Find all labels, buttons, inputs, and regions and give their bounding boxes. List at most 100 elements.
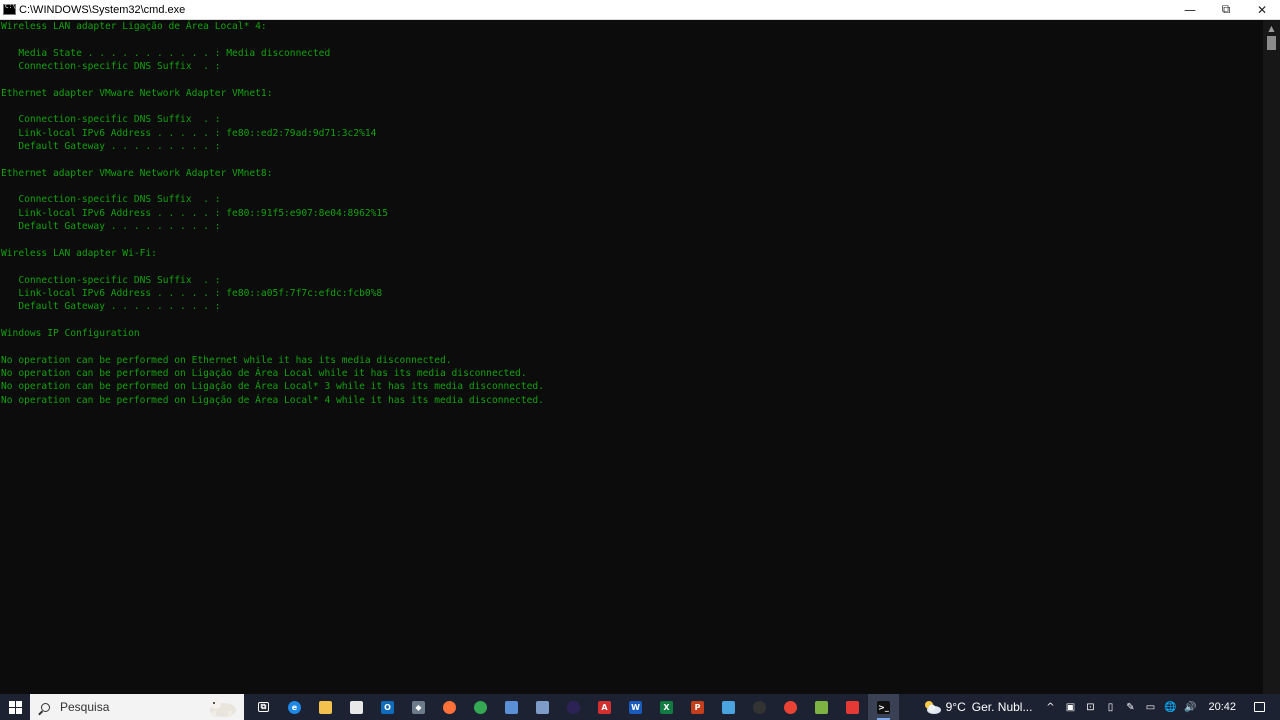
clock[interactable]: 20:42 [1208, 701, 1236, 713]
edge-icon: e [288, 700, 301, 714]
system-tray: 9°C Ger. Nubl... ^ ▣ ⊡ ▯ ✎ ▭ 🌐 🔊 20:42 [922, 694, 1280, 720]
virtualbox-icon [846, 700, 859, 714]
console-line: Media State . . . . . . . . . . . : Medi… [1, 47, 331, 59]
taskbar-app-outlook[interactable]: O [372, 694, 403, 720]
taskbar: Pesquisa ⧉ e O ◆ A W X P >_ 9°C Ger. Nubl... ^ ▣ ⊡… [0, 694, 1280, 720]
close-button[interactable]: ✕ [1244, 0, 1280, 19]
excel-icon: X [660, 700, 673, 714]
console-line: Default Gateway . . . . . . . . . : [1, 301, 221, 313]
obs-icon [753, 700, 766, 714]
powerpoint-icon: P [691, 700, 704, 714]
console-line: Ethernet adapter VMware Network Adapter … [1, 167, 273, 179]
eclipse-icon [567, 700, 580, 714]
taskbar-app-firefox[interactable] [434, 694, 465, 720]
windows-logo-icon [8, 700, 22, 714]
taskbar-app-excel[interactable]: X [651, 694, 682, 720]
app-tray-icon-3[interactable]: ▯ [1100, 694, 1120, 720]
weather-desc: Ger. Nubl... [971, 700, 1033, 714]
taskbar-app-eclipse[interactable] [558, 694, 589, 720]
scroll-thumb[interactable] [1267, 36, 1276, 50]
weather-widget[interactable]: 9°C Ger. Nubl... [922, 699, 1033, 715]
search-highlight-image [210, 699, 236, 717]
console-line: Connection-specific DNS Suffix . : [1, 114, 221, 126]
word-icon: W [629, 700, 642, 714]
notification-icon [1253, 702, 1265, 712]
volume-icon[interactable]: 🔊 [1180, 694, 1200, 720]
console-line: Windows IP Configuration [1, 327, 140, 339]
console-line: No operation can be performed on Ligação… [1, 381, 544, 393]
taskbar-app-store[interactable] [341, 694, 372, 720]
taskbar-app-chrome[interactable] [465, 694, 496, 720]
cmd-icon: >_ [877, 700, 890, 714]
task-view-icon: ⧉ [258, 702, 269, 712]
taskbar-app-cmd[interactable]: >_ [868, 694, 899, 720]
console-line: Wireless LAN adapter Wi-Fi: [1, 247, 157, 259]
chrome-dev-icon [784, 700, 797, 714]
taskbar-app-git[interactable]: ◆ [403, 694, 434, 720]
console-line: Connection-specific DNS Suffix . : [1, 61, 221, 73]
console-line: No operation can be performed on Etherne… [1, 354, 452, 366]
battery-icon[interactable]: ▭ [1140, 694, 1160, 720]
taskbar-app-word[interactable]: W [620, 694, 651, 720]
search-box[interactable]: Pesquisa [30, 694, 244, 720]
console-line: Connection-specific DNS Suffix . : [1, 274, 221, 286]
git-icon: ◆ [412, 700, 425, 714]
window-title: C:\WINDOWS\System32\cmd.exe [19, 3, 186, 16]
chrome-icon [474, 700, 487, 714]
console-line: Link-local IPv6 Address . . . . . : fe80… [1, 127, 377, 139]
notification-center[interactable] [1246, 694, 1272, 720]
cmd-window: C:\WINDOWS\System32\cmd.exe — ⧉ ✕ Wirele… [0, 0, 1280, 694]
cmd-icon [3, 3, 16, 15]
taskbar-app-notepad-plus[interactable] [806, 694, 837, 720]
outlook-icon: O [381, 700, 394, 714]
taskbar-app-image-viewer[interactable] [527, 694, 558, 720]
firefox-icon [443, 700, 456, 714]
search-placeholder: Pesquisa [60, 700, 110, 714]
tray-icons: ^ ▣ ⊡ ▯ ✎ ▭ 🌐 🔊 [1040, 694, 1200, 720]
start-button[interactable] [0, 694, 30, 720]
pinned-apps: ⧉ e O ◆ A W X P >_ [248, 694, 899, 720]
maximize-button[interactable]: ⧉ [1208, 0, 1244, 19]
app-tray-icon-2[interactable]: ⊡ [1080, 694, 1100, 720]
minimize-button[interactable]: — [1172, 0, 1208, 19]
console-line: Default Gateway . . . . . . . . . : [1, 141, 221, 153]
image-viewer-icon [536, 700, 549, 714]
taskbar-app-obs[interactable] [744, 694, 775, 720]
taskbar-app-task-view[interactable]: ⧉ [248, 694, 279, 720]
notepad-plus-icon [815, 700, 828, 714]
console-line: Link-local IPv6 Address . . . . . : fe80… [1, 207, 388, 219]
taskbar-app-app-blue[interactable] [496, 694, 527, 720]
taskbar-app-file-explorer[interactable] [310, 694, 341, 720]
taskbar-app-virtualbox[interactable] [837, 694, 868, 720]
pen-icon[interactable]: ✎ [1120, 694, 1140, 720]
console-line: Default Gateway . . . . . . . . . : [1, 221, 221, 233]
app-icon-blue [505, 700, 518, 714]
console-text: Wireless LAN adapter Ligação de Área Loc… [0, 20, 1262, 407]
taskbar-app-edge[interactable]: e [279, 694, 310, 720]
taskbar-app-acrobat[interactable]: A [589, 694, 620, 720]
file-explorer-icon [319, 700, 332, 714]
vertical-scrollbar[interactable]: ▲ [1263, 20, 1280, 694]
taskbar-app-feather[interactable] [713, 694, 744, 720]
search-icon [41, 702, 50, 712]
console-output[interactable]: Wireless LAN adapter Ligação de Área Loc… [0, 20, 1262, 694]
acrobat-icon: A [598, 700, 611, 714]
window-controls: — ⧉ ✕ [1172, 0, 1280, 19]
weather-cloud-icon [924, 701, 941, 714]
console-line: Ethernet adapter VMware Network Adapter … [1, 87, 273, 99]
feather-icon [722, 700, 735, 714]
chevron-up-icon[interactable]: ^ [1040, 694, 1060, 720]
app-tray-icon-1[interactable]: ▣ [1060, 694, 1080, 720]
taskbar-app-powerpoint[interactable]: P [682, 694, 713, 720]
console-line: No operation can be performed on Ligação… [1, 367, 527, 379]
console-line: No operation can be performed on Ligação… [1, 394, 544, 406]
console-line: Connection-specific DNS Suffix . : [1, 194, 221, 206]
network-icon[interactable]: 🌐 [1160, 694, 1180, 720]
console-line: Link-local IPv6 Address . . . . . : fe80… [1, 287, 383, 299]
title-bar[interactable]: C:\WINDOWS\System32\cmd.exe — ⧉ ✕ [0, 0, 1280, 20]
console-line: Wireless LAN adapter Ligação de Área Loc… [1, 21, 267, 32]
scroll-up-icon[interactable]: ▲ [1263, 24, 1280, 33]
taskbar-app-chrome-dev[interactable] [775, 694, 806, 720]
weather-temp: 9°C [945, 700, 966, 714]
store-icon [350, 700, 363, 714]
